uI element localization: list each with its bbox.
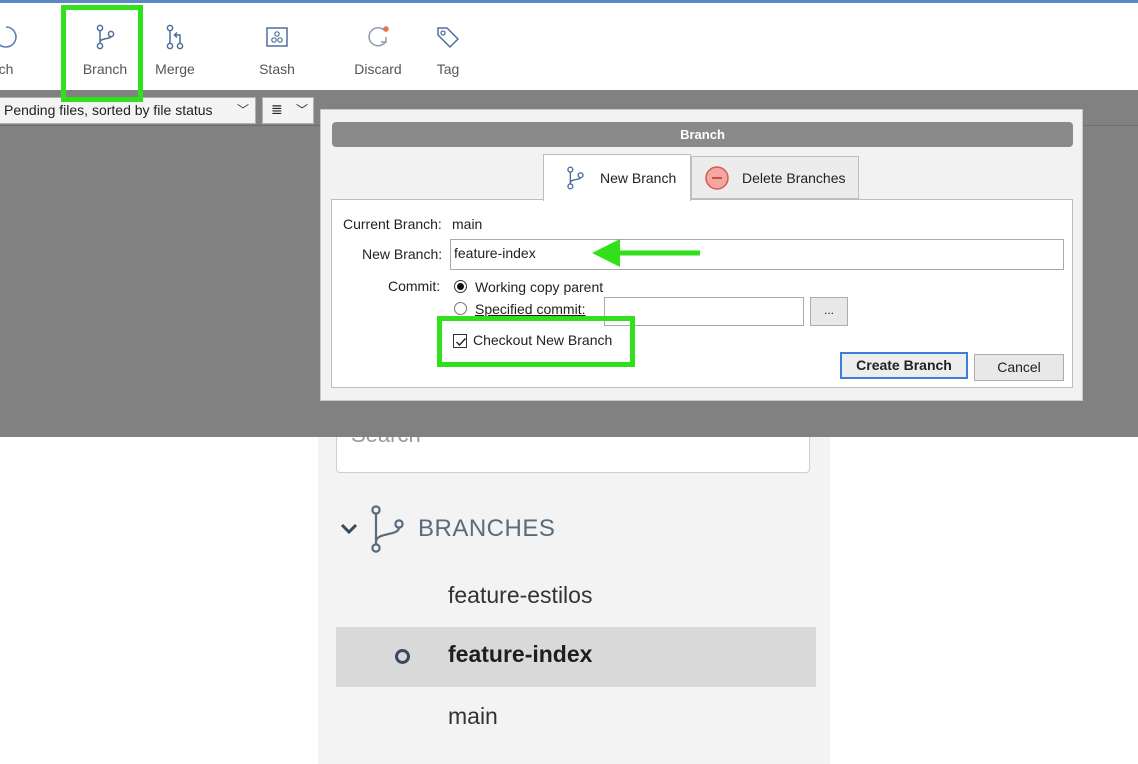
branch-item-feature-estilos[interactable]: feature-estilos: [336, 568, 816, 628]
search-icon: [773, 437, 797, 444]
search-placeholder: Search: [351, 437, 421, 448]
current-branch-value: main: [452, 216, 483, 232]
tag-icon: [437, 27, 459, 48]
view-mode-select[interactable]: ≣ ﹀: [262, 97, 314, 124]
specified-commit-radio[interactable]: [454, 302, 467, 315]
current-branch-label: Current Branch:: [343, 216, 442, 232]
checkout-checkbox-highlight: [437, 316, 635, 367]
tab-new-branch-label: New Branch: [600, 170, 677, 186]
branches-section-header[interactable]: BRANCHES: [340, 505, 555, 553]
sidebar-search-input[interactable]: Search: [336, 437, 810, 473]
file-status-filter-label: Pending files, sorted by file status: [4, 102, 213, 118]
discard-button[interactable]: Discard: [350, 23, 406, 88]
fetch-icon: [0, 26, 17, 48]
divider: [0, 125, 320, 126]
discard-icon: [368, 26, 389, 47]
tag-label: Tag: [436, 61, 460, 77]
discard-label: Discard: [354, 61, 402, 77]
arrow-left-icon: [592, 239, 700, 267]
branch-name: feature-index: [448, 641, 593, 667]
commit-label: Commit:: [388, 278, 441, 294]
tag-button[interactable]: Tag: [428, 23, 468, 88]
fetch-label: ch: [0, 61, 14, 77]
branch-button-highlight: [61, 5, 143, 102]
chevron-down-icon: [340, 523, 358, 535]
working-copy-parent-radio[interactable]: [454, 280, 467, 293]
branch-item-main[interactable]: main: [336, 689, 816, 749]
merge-button[interactable]: Merge: [150, 23, 200, 88]
working-copy-parent-label: Working copy parent: [475, 279, 604, 295]
tab-delete-branches[interactable]: Delete Branches: [691, 156, 859, 199]
branch-icon: [371, 505, 404, 553]
branch-name: feature-estilos: [448, 582, 593, 608]
new-branch-label: New Branch:: [362, 246, 443, 262]
branch-item-feature-index[interactable]: feature-index: [336, 627, 816, 687]
tab-delete-branches-label: Delete Branches: [742, 169, 846, 186]
branch-icon: [562, 165, 588, 191]
divider: [1082, 125, 1138, 126]
specified-commit-label: Specified commit:: [475, 301, 586, 317]
dialog-title: Branch: [332, 122, 1073, 147]
toolbar: ch Branch Merge Stash Discard Tag: [0, 3, 1138, 90]
chevron-down-icon: ﹀: [236, 103, 249, 117]
stash-label: Stash: [259, 61, 295, 77]
sidebar-panel: Search BRANCHES feature-estilos feature-…: [318, 437, 830, 764]
branch-name: main: [448, 703, 498, 729]
create-branch-button[interactable]: Create Branch: [840, 352, 968, 379]
current-branch-indicator-icon: [395, 649, 410, 664]
minus-circle-icon: [704, 165, 730, 191]
browse-commit-button[interactable]: ...: [810, 297, 848, 326]
merge-label: Merge: [155, 61, 195, 77]
merge-icon: [166, 24, 184, 50]
list-view-icon: ≣: [271, 101, 283, 117]
cancel-button[interactable]: Cancel: [974, 354, 1064, 381]
tab-new-branch[interactable]: New Branch: [543, 154, 691, 201]
stash-button[interactable]: Stash: [252, 23, 302, 88]
new-branch-input-value: feature-index: [454, 245, 536, 261]
branches-section-title: BRANCHES: [418, 515, 556, 542]
chevron-down-icon: ﹀: [295, 103, 308, 117]
new-branch-input[interactable]: feature-index: [450, 239, 1064, 270]
stash-icon: [266, 27, 288, 47]
sourcetree-window: ch Branch Merge Stash Discard Tag Pendin…: [0, 0, 1138, 437]
fetch-button[interactable]: ch: [0, 23, 26, 88]
